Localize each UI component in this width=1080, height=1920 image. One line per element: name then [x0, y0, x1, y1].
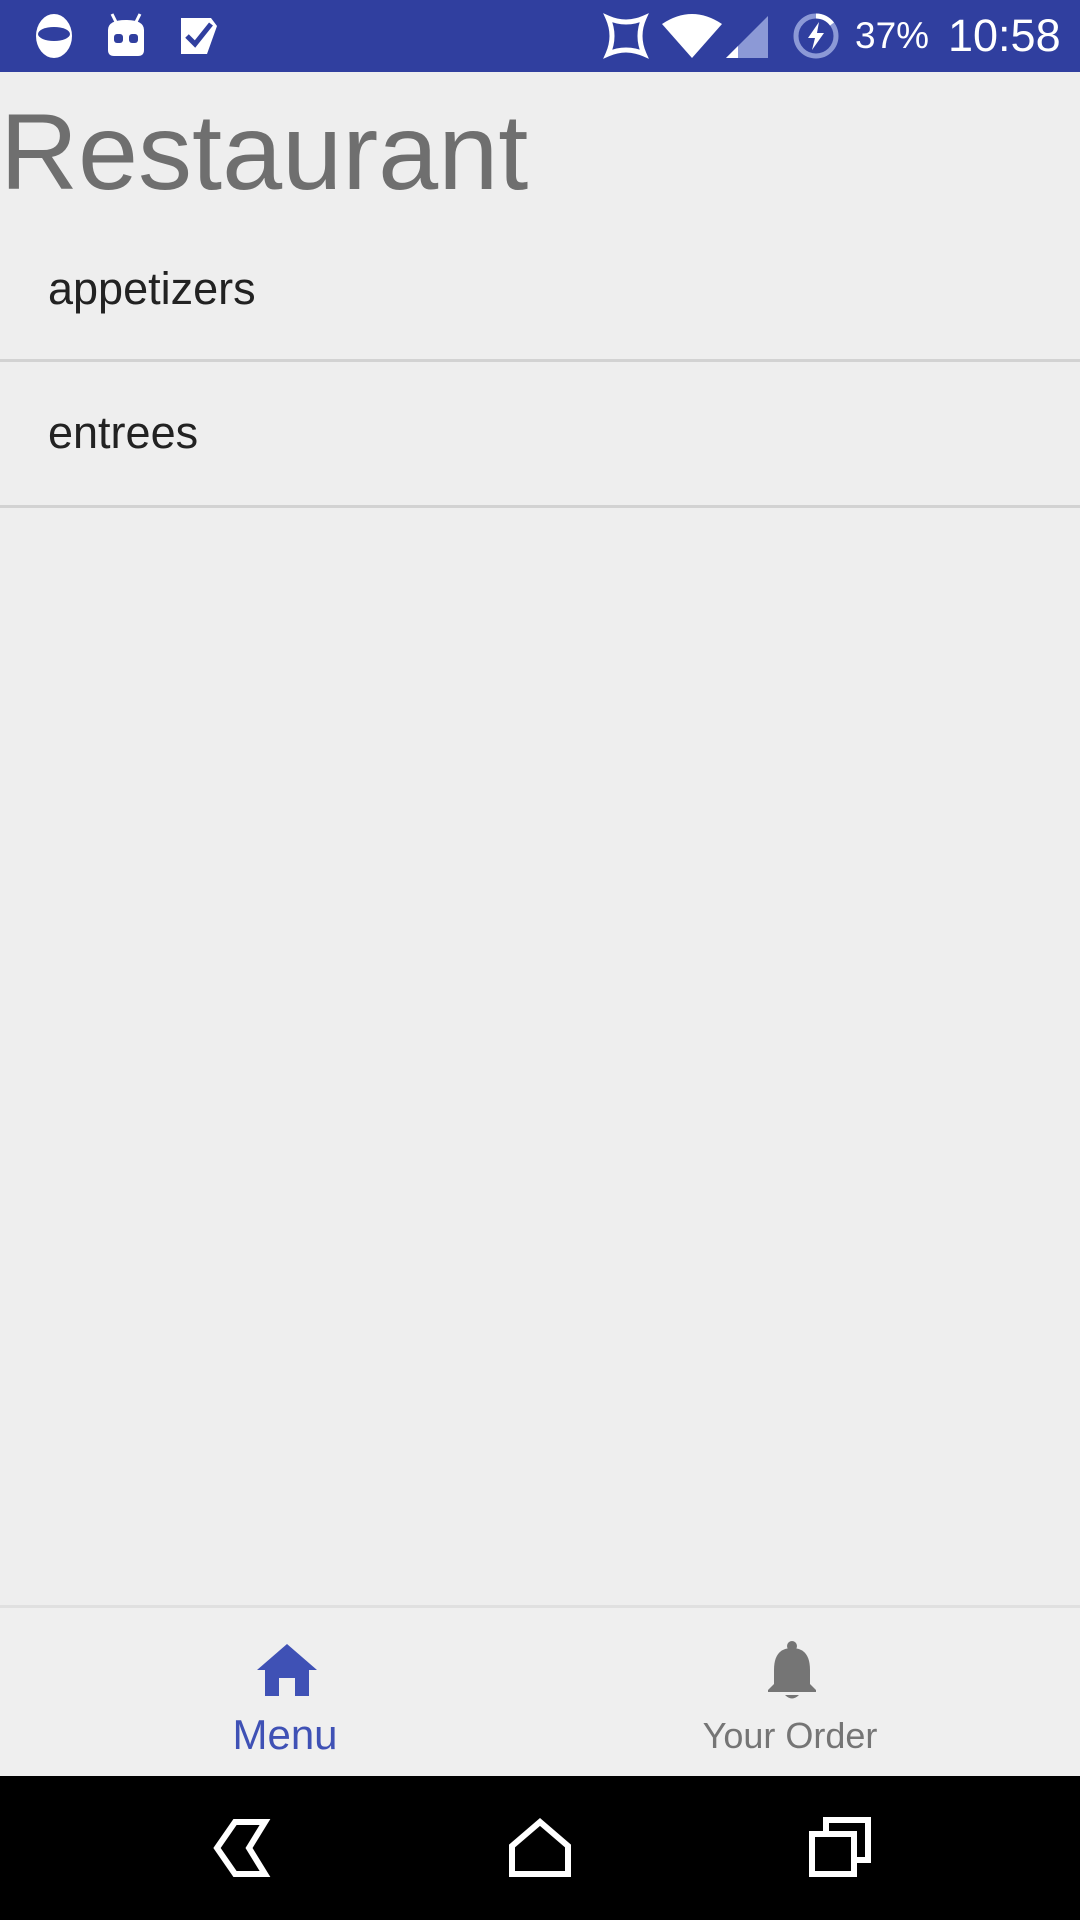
- back-icon[interactable]: [205, 1812, 277, 1884]
- category-item-appetizers[interactable]: appetizers: [0, 218, 1080, 362]
- task-check-icon: [181, 18, 217, 54]
- page-title: Restaurant: [0, 91, 529, 212]
- category-list: appetizers entrees: [0, 218, 1080, 508]
- nav-label-your-order: Your Order: [702, 1715, 878, 1756]
- nav-tab-menu[interactable]: Menu: [15, 1608, 555, 1776]
- nfc-icon: [603, 13, 649, 59]
- app-screen: 37% 10:58 Restaurant appetizers entrees …: [0, 0, 1080, 1920]
- bottom-navigation: Menu Your Order: [0, 1605, 1080, 1776]
- home-outline-icon[interactable]: [504, 1812, 576, 1884]
- cyanogen-icon: [36, 14, 72, 58]
- nav-tab-your-order[interactable]: Your Order: [520, 1608, 1060, 1776]
- category-label: appetizers: [48, 263, 256, 314]
- home-icon: [257, 1644, 317, 1696]
- battery-charging-icon: [793, 13, 839, 59]
- wifi-icon: [662, 14, 722, 58]
- system-navigation-bar: [0, 1776, 1080, 1920]
- category-item-entrees[interactable]: entrees: [0, 362, 1080, 508]
- nav-label-menu: Menu: [232, 1711, 338, 1758]
- android-debug-icon: [108, 13, 144, 56]
- recents-icon[interactable]: [804, 1812, 876, 1884]
- battery-percent: 37%: [855, 15, 930, 56]
- clock: 10:58: [948, 10, 1061, 61]
- bell-icon: [768, 1641, 816, 1699]
- signal-icon: [726, 16, 768, 58]
- status-bar: 37% 10:58: [0, 0, 1080, 72]
- category-label: entrees: [48, 407, 199, 458]
